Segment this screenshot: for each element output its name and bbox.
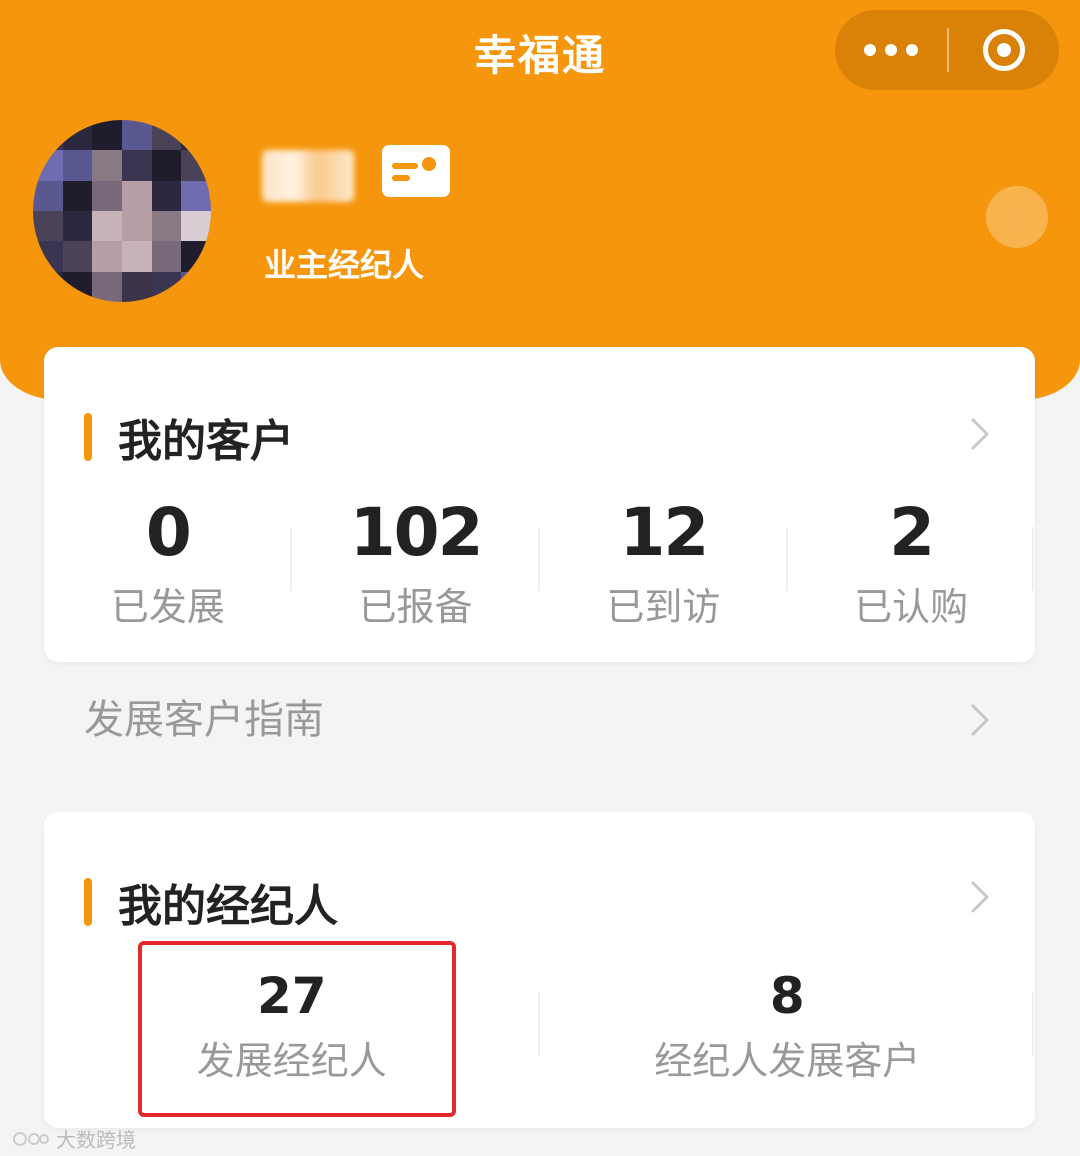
my-agents-header[interactable]: 我的经纪人	[84, 870, 338, 934]
mini-program-capsule	[835, 10, 1059, 90]
stat-label: 已认购	[854, 585, 969, 629]
avatar-pixel	[62, 211, 93, 242]
dot-icon	[864, 44, 876, 56]
watermark-logo-icon	[13, 1131, 49, 1146]
stat-developed[interactable]: 0 已发展	[44, 497, 292, 637]
profile-detail-button[interactable]	[986, 186, 1048, 248]
avatar-pixel	[33, 180, 63, 211]
dot-icon	[906, 44, 918, 56]
stat-label: 经纪人发展客户	[654, 1039, 921, 1083]
avatar-pixel	[92, 120, 122, 151]
more-options-button[interactable]	[835, 44, 947, 56]
avatar-pixel	[92, 211, 122, 242]
avatar-pixel	[62, 241, 93, 272]
avatar-pixel	[181, 150, 211, 181]
stat-value: 8	[769, 967, 805, 1025]
target-icon	[983, 29, 1025, 71]
watermark-text: 大数跨境	[56, 1128, 136, 1152]
avatar-pixel	[33, 271, 63, 302]
avatar-pixel	[151, 271, 182, 302]
stat-value: 2	[889, 494, 935, 571]
my-customers-header[interactable]: 我的客户	[84, 405, 294, 469]
stat-divider	[290, 527, 292, 591]
avatar-pixel	[92, 271, 122, 302]
avatar-pixel	[92, 150, 122, 181]
chevron-right-icon[interactable]	[969, 417, 991, 451]
stat-divider	[1032, 992, 1034, 1056]
avatar-pixel	[181, 241, 211, 272]
dot-icon	[885, 44, 897, 56]
stat-divider	[538, 992, 540, 1056]
avatar-pixel	[151, 241, 182, 272]
section-title: 我的客户	[118, 416, 294, 467]
guide-label: 发展客户指南	[84, 697, 324, 743]
customer-guide-link[interactable]: 发展客户指南	[44, 690, 1035, 750]
avatar-pixel	[121, 271, 152, 302]
stat-divider	[538, 527, 540, 591]
stat-label: 已发展	[110, 585, 225, 629]
avatar-pixel	[33, 150, 63, 181]
avatar-pixel	[92, 180, 122, 211]
stat-divider	[786, 527, 788, 591]
avatar-pixel	[33, 120, 63, 151]
avatar-pixel	[121, 180, 152, 211]
section-accent-bar	[84, 878, 92, 926]
chevron-right-icon	[1011, 205, 1024, 229]
avatar-pixel	[62, 180, 93, 211]
stat-subscribed[interactable]: 2 已认购	[787, 497, 1035, 637]
stat-label: 已报备	[358, 585, 473, 629]
avatar-pixel	[181, 120, 211, 151]
stat-agent-customers[interactable]: 8 经纪人发展客户	[540, 964, 1036, 1104]
avatar-pixel	[121, 241, 152, 272]
profile-header: 幸福通 业主经纪人	[0, 0, 1080, 400]
my-customers-card: 我的客户 0 已发展 102 已报备 12 已到访 2 已认购	[44, 347, 1035, 662]
chevron-right-icon[interactable]	[969, 880, 991, 914]
stat-value: 0	[145, 494, 192, 571]
avatar-pixel	[181, 211, 211, 242]
avatar-pixel	[121, 211, 152, 242]
avatar-pixel	[62, 271, 93, 302]
id-card-icon[interactable]	[382, 145, 450, 197]
stat-value: 12	[619, 494, 709, 571]
stat-visited[interactable]: 12 已到访	[540, 497, 788, 637]
user-role: 业主经纪人	[264, 246, 425, 284]
avatar-pixel	[151, 180, 182, 211]
user-name-blurred	[262, 150, 354, 202]
avatar-pixel	[121, 150, 152, 181]
highlight-box	[138, 941, 456, 1117]
stat-label: 已到访	[606, 585, 721, 629]
section-title: 我的经纪人	[118, 881, 338, 932]
avatar-pixel	[181, 271, 211, 302]
avatar-pixel	[151, 150, 182, 181]
chevron-right-icon	[969, 703, 991, 737]
stat-value: 102	[349, 494, 484, 571]
avatar-pixel	[92, 241, 122, 272]
close-mini-program-button[interactable]	[949, 29, 1059, 71]
customer-stats: 0 已发展 102 已报备 12 已到访 2 已认购	[44, 497, 1035, 637]
avatar-pixel	[33, 211, 63, 242]
avatar-pixel	[121, 120, 152, 151]
stat-divider	[1032, 527, 1034, 591]
avatar-pixel	[151, 211, 182, 242]
avatar-pixel	[181, 180, 211, 211]
avatar[interactable]	[33, 120, 211, 302]
avatar-pixel	[62, 120, 93, 151]
stat-reported[interactable]: 102 已报备	[292, 497, 540, 637]
section-accent-bar	[84, 413, 92, 461]
avatar-pixel	[62, 150, 93, 181]
avatar-pixel	[33, 241, 63, 272]
avatar-pixel	[151, 120, 182, 151]
watermark: 大数跨境	[12, 1124, 136, 1153]
